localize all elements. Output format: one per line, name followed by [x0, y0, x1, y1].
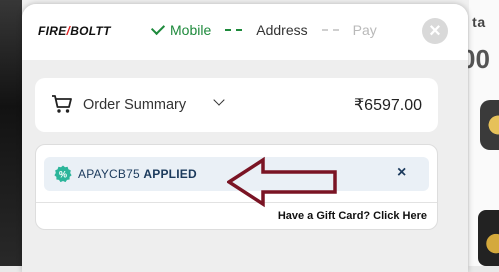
step-connector	[225, 29, 243, 31]
step-address: Address	[256, 22, 307, 38]
checkout-steps: Mobile Address Pay	[150, 20, 377, 38]
close-icon[interactable]: ×	[422, 18, 448, 44]
remove-coupon-icon[interactable]: ×	[397, 164, 406, 182]
step-address-label: Address	[256, 22, 308, 38]
gift-card-link[interactable]: Have a Gift Card? Click Here	[278, 210, 427, 222]
step-pay-label: Pay	[352, 22, 377, 38]
background-watch-image	[480, 100, 499, 150]
step-mobile-label: Mobile	[170, 22, 212, 38]
background-watch-image	[478, 210, 499, 266]
cart-icon	[52, 95, 72, 113]
chevron-down-icon[interactable]	[213, 94, 225, 106]
step-connector	[321, 29, 339, 31]
order-summary-card[interactable]: Order Summary ₹6597.00	[35, 78, 438, 132]
coupon-code: APAYCB75	[78, 167, 140, 181]
discount-badge-icon: %	[54, 165, 72, 183]
checkout-header: FIRE/BOLTT Mobile Address Pay ×	[22, 4, 468, 60]
brand-logo: FIRE/BOLTT	[38, 24, 111, 38]
step-pay: Pay	[353, 22, 377, 38]
arrow-left-annotation	[227, 156, 337, 208]
check-icon	[150, 20, 166, 36]
background-left-image	[0, 0, 22, 266]
coupon-status-text: APAYCB75 APPLIED	[78, 167, 197, 181]
step-mobile[interactable]: Mobile	[150, 20, 212, 38]
order-total: ₹6597.00	[353, 97, 422, 114]
order-summary-label: Order Summary	[83, 97, 187, 113]
coupon-applied-label: APPLIED	[143, 167, 197, 181]
checkout-modal: FIRE/BOLTT Mobile Address Pay × Order Su…	[22, 4, 468, 272]
svg-text:%: %	[59, 170, 67, 180]
